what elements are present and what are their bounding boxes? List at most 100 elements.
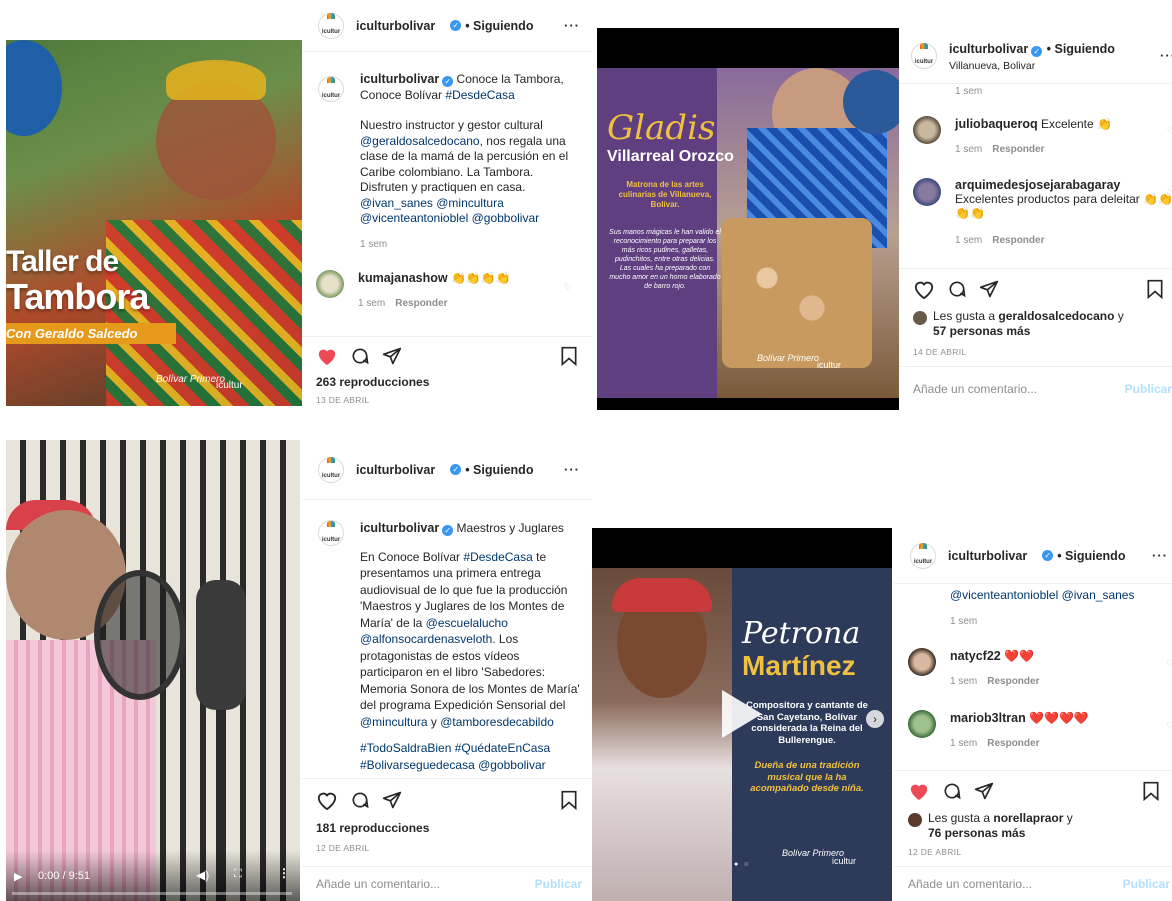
follow-status[interactable]: • Siguiendo bbox=[1047, 42, 1115, 56]
comment-item: arquimedesjosejarabagaray Excelentes pro… bbox=[913, 178, 1172, 248]
tambora-title-2: Tambora bbox=[6, 276, 149, 317]
bookmark-icon[interactable] bbox=[1142, 781, 1160, 801]
comment-user[interactable]: juliobaqueroq bbox=[955, 117, 1038, 131]
play-icon[interactable] bbox=[722, 690, 762, 738]
comment-input[interactable]: Añade un comentario... bbox=[908, 877, 1032, 891]
mention-link[interactable]: @geraldosalcedocano bbox=[360, 134, 480, 148]
bookmark-icon[interactable] bbox=[560, 790, 578, 810]
share-icon[interactable] bbox=[974, 781, 994, 801]
more-options-icon[interactable]: ··· bbox=[1160, 48, 1172, 63]
likes-user[interactable]: geraldosalcedocano bbox=[998, 309, 1114, 323]
comment-user[interactable]: arquimedesjosejarabagaray bbox=[955, 178, 1120, 192]
comment-icon[interactable] bbox=[350, 790, 370, 810]
publish-button[interactable]: Publicar bbox=[1125, 382, 1172, 396]
comment-icon[interactable] bbox=[947, 279, 967, 299]
account-name[interactable]: iculturbolivar bbox=[356, 19, 435, 33]
comment-user[interactable]: kumajanashow bbox=[358, 271, 448, 285]
likes-count[interactable]: 57 personas más bbox=[933, 324, 1030, 338]
publish-button[interactable]: Publicar bbox=[535, 877, 582, 891]
mention-link[interactable]: @alfonsocardenasveloth bbox=[360, 632, 492, 646]
mention-links[interactable]: @ivan_sanes @mincultura @vicenteantoniob… bbox=[360, 196, 539, 226]
reply-button[interactable]: Responder bbox=[987, 676, 1039, 687]
hashtag-link[interactable]: #DesdeCasa bbox=[463, 550, 532, 564]
caption-user[interactable]: iculturbolivar bbox=[360, 521, 439, 535]
likes-suffix: y bbox=[1117, 309, 1124, 323]
reply-button[interactable]: Responder bbox=[992, 144, 1044, 155]
petrona-desc-2: Dueña de una tradición musical que la ha… bbox=[750, 760, 864, 794]
bookmark-icon[interactable] bbox=[560, 346, 578, 366]
comment-input[interactable]: Añade un comentario... bbox=[316, 877, 440, 891]
location-link[interactable]: Villanueva, Bolivar bbox=[949, 60, 1115, 72]
account-avatar[interactable]: icultur bbox=[911, 42, 937, 69]
reply-button[interactable]: Responder bbox=[992, 235, 1044, 246]
liker-avatar[interactable] bbox=[908, 813, 922, 827]
caption-time: 1 sem bbox=[950, 616, 978, 627]
share-icon[interactable] bbox=[382, 790, 402, 810]
post-media[interactable]: Taller de Tambora Con Geraldo Salcedo Bo… bbox=[6, 40, 302, 406]
view-count[interactable]: 181 reproducciones bbox=[316, 821, 592, 835]
like-icon[interactable] bbox=[316, 790, 338, 810]
commenter-avatar[interactable] bbox=[908, 648, 936, 676]
comment-like-icon[interactable]: ♡ bbox=[1166, 658, 1172, 669]
comment-user[interactable]: mariob3ltran bbox=[950, 711, 1026, 725]
follow-status[interactable]: • Siguiendo bbox=[465, 463, 533, 477]
next-slide-icon[interactable]: › bbox=[866, 710, 884, 728]
post-media[interactable]: Gladis Villarreal Orozco Matrona de las … bbox=[597, 28, 899, 410]
video-progress-track[interactable] bbox=[12, 892, 292, 895]
mention-link[interactable]: @escuelalucho bbox=[426, 616, 508, 630]
caption-avatar[interactable]: icultur bbox=[318, 520, 344, 546]
reply-button[interactable]: Responder bbox=[987, 738, 1039, 749]
bookmark-icon[interactable] bbox=[1146, 279, 1164, 299]
account-name[interactable]: iculturbolivar bbox=[948, 549, 1027, 563]
play-icon[interactable]: ▶ bbox=[14, 870, 22, 883]
video-player[interactable]: ▶ 0:00 / 9:51 ◀) ⛶ ⋮ bbox=[6, 440, 300, 901]
fullscreen-icon[interactable]: ⛶ bbox=[234, 868, 242, 881]
comment-like-icon[interactable]: ♡ bbox=[1167, 184, 1172, 195]
account-name[interactable]: iculturbolivar bbox=[949, 42, 1028, 56]
comment-icon[interactable] bbox=[350, 346, 370, 366]
liker-avatar[interactable] bbox=[913, 311, 927, 325]
more-options-icon[interactable]: ··· bbox=[1152, 548, 1168, 563]
commenter-avatar[interactable] bbox=[913, 116, 941, 144]
commenter-avatar[interactable] bbox=[908, 710, 936, 738]
reply-button[interactable]: Responder bbox=[395, 298, 447, 309]
hashtag-links-2[interactable]: #Bolivarseguedecasa @gobbolivar bbox=[360, 758, 546, 772]
more-options-icon[interactable]: ··· bbox=[564, 18, 592, 33]
comment-like-icon[interactable]: ♡ bbox=[1167, 126, 1172, 137]
commenter-avatar[interactable] bbox=[913, 178, 941, 206]
like-icon[interactable] bbox=[316, 346, 338, 366]
comment-icon[interactable] bbox=[942, 781, 962, 801]
like-icon[interactable] bbox=[908, 781, 930, 801]
likes-user[interactable]: norellapraor bbox=[993, 811, 1063, 825]
follow-status[interactable]: • Siguiendo bbox=[1057, 549, 1125, 563]
view-count[interactable]: 263 reproducciones bbox=[316, 375, 592, 389]
comment-user[interactable]: natycf22 bbox=[950, 649, 1001, 663]
mention-link[interactable]: @tamboresdecabildo bbox=[440, 715, 554, 729]
caption-user[interactable]: iculturbolivar bbox=[360, 72, 439, 86]
mention-link[interactable]: @mincultura bbox=[360, 715, 428, 729]
comment-like-icon[interactable]: ♡ bbox=[564, 282, 572, 293]
more-options-icon[interactable]: ··· bbox=[564, 462, 592, 477]
comment-input[interactable]: Añade un comentario... bbox=[913, 382, 1037, 396]
hashtag-links[interactable]: #TodoSaldraBien #QuédateEnCasa bbox=[360, 741, 550, 755]
mention-links[interactable]: @vicenteantonioblel @ivan_sanes bbox=[950, 588, 1134, 602]
follow-status[interactable]: • Siguiendo bbox=[465, 19, 533, 33]
likes-count[interactable]: 76 personas más bbox=[928, 826, 1025, 840]
commenter-avatar[interactable] bbox=[316, 270, 344, 298]
video-options-icon[interactable]: ⋮ bbox=[278, 866, 290, 880]
account-avatar[interactable]: icultur bbox=[910, 542, 936, 569]
share-icon[interactable] bbox=[979, 279, 999, 299]
like-icon[interactable] bbox=[913, 279, 935, 299]
post-media[interactable]: Petrona Martínez Compositora y cantante … bbox=[592, 528, 892, 901]
hashtag-link[interactable]: #DesdeCasa bbox=[445, 88, 514, 102]
publish-button[interactable]: Publicar bbox=[1123, 877, 1170, 891]
account-name[interactable]: iculturbolivar bbox=[356, 463, 435, 477]
comment-like-icon[interactable]: ♡ bbox=[1166, 720, 1172, 731]
account-avatar[interactable]: icultur bbox=[318, 456, 344, 483]
verified-icon: ✓ bbox=[450, 20, 462, 31]
caption-avatar[interactable]: icultur bbox=[318, 76, 344, 102]
account-avatar[interactable]: icultur bbox=[318, 12, 344, 39]
volume-icon[interactable]: ◀) bbox=[196, 868, 209, 882]
comment-item: kumajanashow 👏👏👏👏 1 sem Responder ♡ bbox=[316, 270, 582, 312]
share-icon[interactable] bbox=[382, 346, 402, 366]
